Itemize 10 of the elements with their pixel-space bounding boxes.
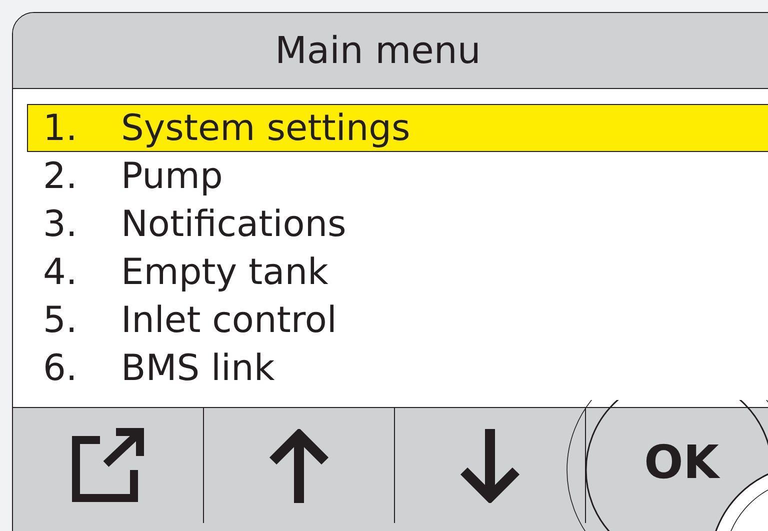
window-title: Main menu	[275, 29, 481, 72]
down-arrow-icon	[460, 428, 520, 502]
menu-item[interactable]: 5. Inlet control	[27, 296, 768, 344]
menu-item[interactable]: 6. BMS link	[27, 344, 768, 392]
up-arrow-icon	[269, 428, 329, 502]
menu-item[interactable]: 4. Empty tank	[27, 248, 768, 296]
menu-item[interactable]: 3. Notifications	[27, 200, 768, 248]
menu-item[interactable]: 1. System settings	[27, 104, 768, 152]
external-link-icon	[70, 428, 146, 504]
menu-item[interactable]: 2. Pump	[27, 152, 768, 200]
